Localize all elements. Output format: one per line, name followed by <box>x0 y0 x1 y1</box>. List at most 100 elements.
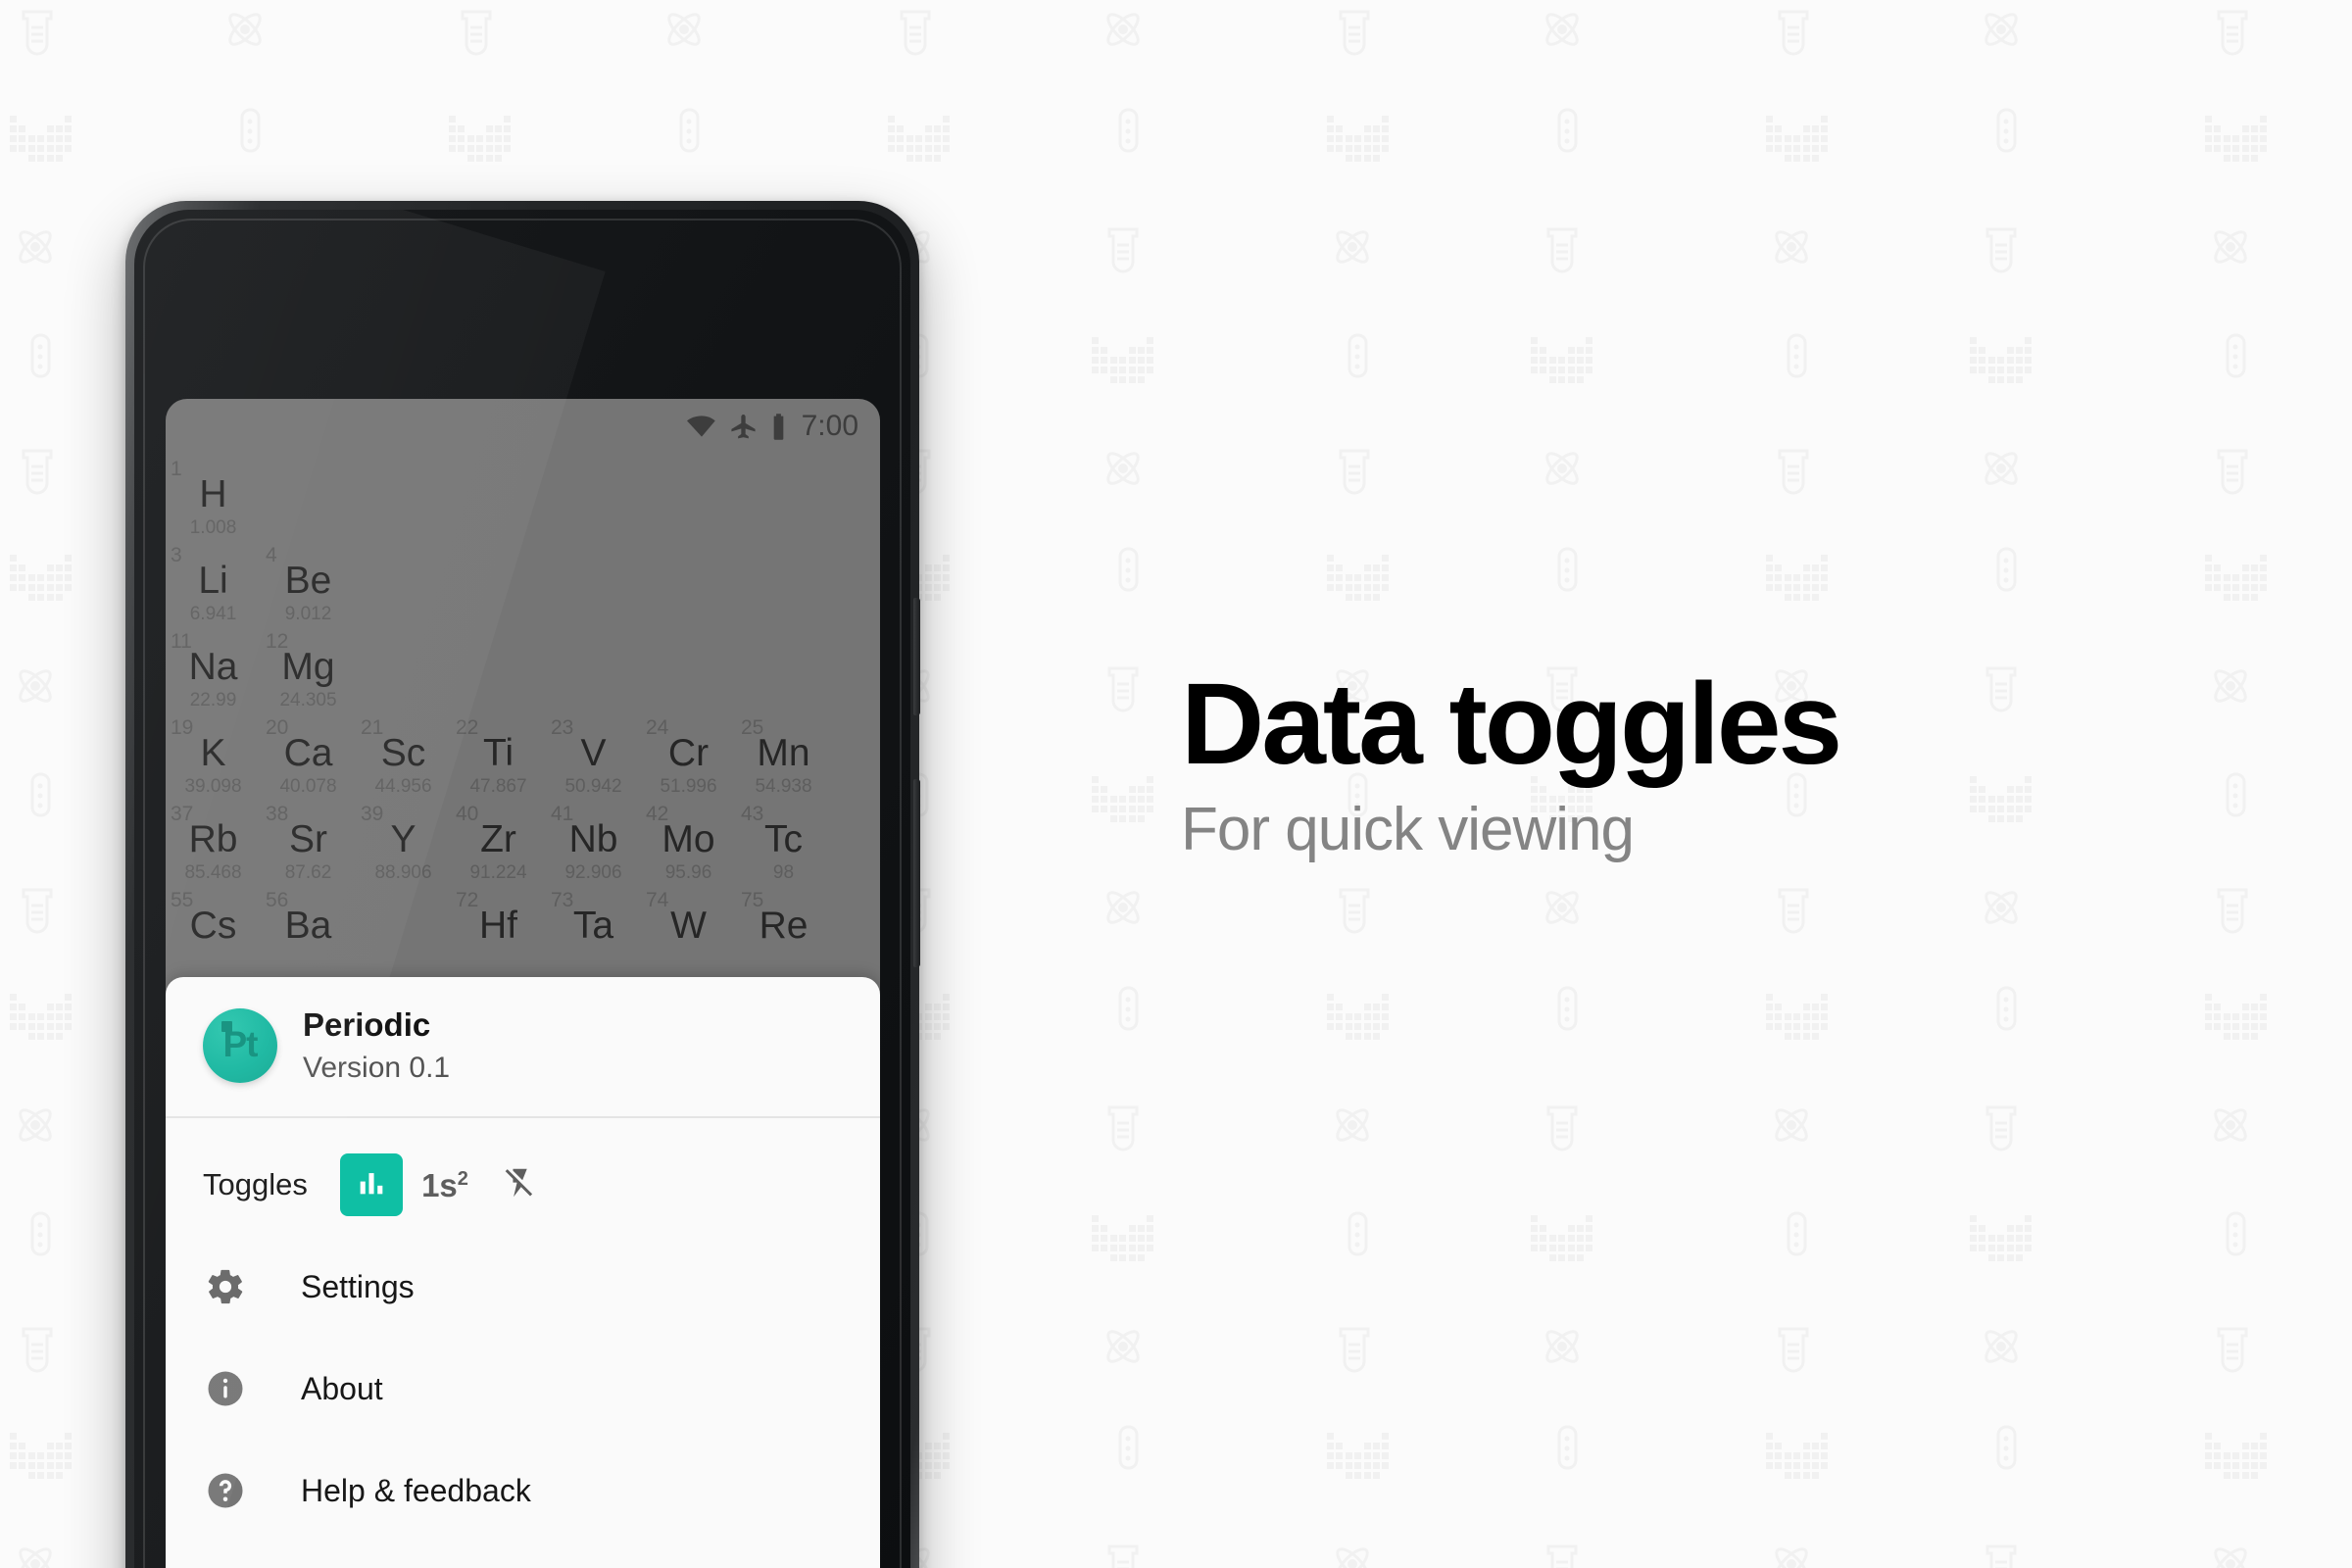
electron-config-toggle[interactable]: 1s2 <box>403 1153 487 1216</box>
gear-icon <box>203 1265 247 1309</box>
element-cell[interactable]: 55 Cs <box>166 885 261 971</box>
element-symbol: Mn <box>757 732 810 774</box>
element-mass: 44.956 <box>374 776 432 797</box>
periodic-table-row: 3 Li 6.941 4 Be 9.012 <box>166 540 880 626</box>
element-mass: 22.99 <box>189 690 237 710</box>
hero-title: Data toggles <box>1181 660 1842 789</box>
element-mass: 24.305 <box>279 690 337 710</box>
hero-subtitle: For quick viewing <box>1181 796 1635 863</box>
app-version: Version 0.1 <box>303 1052 451 1085</box>
element-mass: 87.62 <box>284 862 332 883</box>
periodic-table-empty-cell <box>356 885 451 971</box>
element-cell[interactable]: 20 Ca 40.078 <box>261 712 356 799</box>
electron-config-text: 1s2 <box>421 1166 468 1203</box>
element-mass: 6.941 <box>189 604 237 624</box>
element-cell[interactable]: 41 Nb 92.906 <box>546 799 641 885</box>
app-header: Pt Periodic Version 0.1 <box>166 977 880 1116</box>
element-cell[interactable]: 22 Ti 47.867 <box>451 712 546 799</box>
element-mass: 88.906 <box>374 862 432 883</box>
menu-item-help-feedback[interactable]: Help & feedback <box>166 1440 880 1542</box>
element-symbol: Ba <box>284 905 332 947</box>
element-mass: 91.224 <box>469 862 527 883</box>
element-symbol: Tc <box>764 818 803 860</box>
menu-item-label: Help & feedback <box>301 1472 531 1508</box>
element-symbol: Ti <box>482 732 514 774</box>
element-cell[interactable]: 37 Rb 85.468 <box>166 799 261 885</box>
element-cell[interactable]: 4 Be 9.012 <box>261 540 356 626</box>
periodic-table-grid: 1 H 1.008 3 Li 6.941 4 Be 9.012 11 Na 22.99 12 Mg 24.3… <box>166 454 880 971</box>
periodic-table-row: 19 K 39.098 20 Ca 40.078 21 Sc 44.956 22 Ti 47.867 2… <box>166 712 880 799</box>
info-icon <box>203 1367 247 1411</box>
periodic-table-row: 1 H 1.008 <box>166 454 880 540</box>
phone-screen: 7:00 1 H 1.008 3 Li 6.941 4 Be 9.012 11 Na 22.99 12 M… <box>166 399 880 1568</box>
element-symbol: Ca <box>283 732 333 774</box>
element-symbol: Sc <box>380 732 426 774</box>
periodic-table-empty-cell <box>641 454 736 540</box>
menu-item-about[interactable]: About <box>166 1338 880 1440</box>
periodic-table-empty-cell <box>736 540 831 626</box>
element-cell[interactable]: 23 V 50.942 <box>546 712 641 799</box>
battery-icon <box>770 413 787 441</box>
wifi-icon <box>686 412 716 441</box>
periodic-table-empty-cell <box>356 626 451 712</box>
element-cell[interactable]: 12 Mg 24.305 <box>261 626 356 712</box>
menu-item-label: About <box>301 1370 383 1406</box>
element-mass: 40.078 <box>279 776 337 797</box>
element-mass: 1.008 <box>189 517 237 538</box>
power-button[interactable] <box>913 598 920 715</box>
element-cell[interactable]: 19 K 39.098 <box>166 712 261 799</box>
periodic-table-empty-cell <box>451 540 546 626</box>
element-cell[interactable]: 42 Mo 95.96 <box>641 799 736 885</box>
periodic-table-empty-cell <box>641 540 736 626</box>
element-cell[interactable]: 1 H 1.008 <box>166 454 261 540</box>
element-mass: 50.942 <box>564 776 622 797</box>
periodic-table-empty-cell <box>261 454 356 540</box>
element-symbol: Re <box>759 905 808 947</box>
periodic-table-row: 11 Na 22.99 12 Mg 24.305 <box>166 626 880 712</box>
element-cell[interactable]: 56 Ba <box>261 885 356 971</box>
flash-off-toggle[interactable] <box>487 1153 550 1216</box>
element-symbol: Hf <box>479 905 517 947</box>
element-cell[interactable]: 75 Re <box>736 885 831 971</box>
element-cell[interactable]: 3 Li 6.941 <box>166 540 261 626</box>
toggles-label: Toggles <box>203 1167 308 1202</box>
app-icon-symbol: Pt <box>222 1024 259 1065</box>
periodic-table-empty-cell <box>451 626 546 712</box>
periodic-table-empty-cell <box>356 540 451 626</box>
element-symbol: Nb <box>568 818 618 860</box>
element-cell[interactable]: 38 Sr 87.62 <box>261 799 356 885</box>
element-cell[interactable]: 72 Hf <box>451 885 546 971</box>
element-cell[interactable]: 40 Zr 91.224 <box>451 799 546 885</box>
volume-button[interactable] <box>913 779 920 967</box>
element-cell[interactable]: 74 W <box>641 885 736 971</box>
element-symbol: Rb <box>188 818 238 860</box>
app-icon: Pt <box>203 1008 277 1084</box>
element-symbol: V <box>580 732 607 774</box>
toggles-row: Toggles 1s2 <box>166 1118 880 1236</box>
chart-toggle[interactable] <box>340 1153 403 1217</box>
periodic-table-empty-cell <box>546 540 641 626</box>
element-mass: 9.012 <box>284 604 332 624</box>
periodic-table-empty-cell <box>451 454 546 540</box>
element-cell[interactable]: 24 Cr 51.996 <box>641 712 736 799</box>
element-symbol: Y <box>390 818 416 860</box>
periodic-table-empty-cell <box>546 626 641 712</box>
element-cell[interactable]: 25 Mn 54.938 <box>736 712 831 799</box>
element-mass: 54.938 <box>755 776 812 797</box>
element-mass: 98 <box>772 862 795 883</box>
periodic-table-empty-cell <box>641 626 736 712</box>
element-mass: 95.96 <box>664 862 712 883</box>
element-cell[interactable]: 73 Ta <box>546 885 641 971</box>
element-mass: 39.098 <box>184 776 242 797</box>
app-title: Periodic <box>303 1006 431 1043</box>
element-cell[interactable]: 39 Y 88.906 <box>356 799 451 885</box>
menu-item-settings[interactable]: Settings <box>166 1236 880 1338</box>
help-icon <box>203 1469 247 1513</box>
element-symbol: W <box>670 905 707 947</box>
element-cell[interactable]: 43 Tc 98 <box>736 799 831 885</box>
app-meta: Periodic Version 0.1 <box>303 1004 450 1087</box>
element-cell[interactable]: 21 Sc 44.956 <box>356 712 451 799</box>
element-symbol: Ta <box>572 905 614 947</box>
periodic-table-empty-cell <box>356 454 451 540</box>
element-cell[interactable]: 11 Na 22.99 <box>166 626 261 712</box>
